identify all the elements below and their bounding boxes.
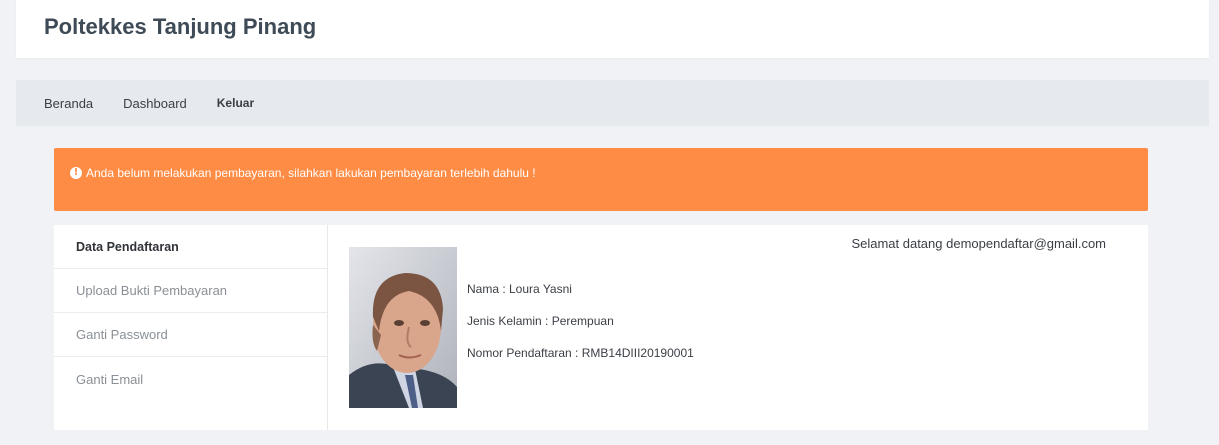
site-brand[interactable]: Poltekkes Tanjung Pinang [44, 14, 316, 40]
profile-name: Nama : Loura Yasni [467, 282, 572, 296]
main-navbar: Beranda Dashboard Keluar [16, 80, 1209, 126]
profile-gender: Jenis Kelamin : Perempuan [467, 314, 614, 328]
nav-link-keluar[interactable]: Keluar [217, 96, 254, 110]
nav-list: Beranda Dashboard Keluar [16, 80, 1209, 126]
nav-link-beranda[interactable]: Beranda [44, 96, 93, 111]
alert-message: Anda belum melakukan pembayaran, silahka… [86, 166, 536, 180]
nav-link-dashboard[interactable]: Dashboard [123, 96, 187, 111]
profile-info: Nama : Loura Yasni Jenis Kelamin : Perem… [467, 282, 694, 378]
profile-registration-number: Nomor Pendaftaran : RMB14DIII20190001 [467, 346, 694, 360]
profile-content: Selamat datang demopendaftar@gmail.com N… [328, 225, 1148, 430]
payment-warning-alert: ! Anda belum melakukan pembayaran, silah… [54, 148, 1148, 211]
exclamation-circle-icon: ! [70, 167, 82, 179]
profile-photo [349, 247, 457, 408]
menu-item-upload-bukti-pembayaran[interactable]: Upload Bukti Pembayaran [54, 269, 327, 313]
profile-card: Data Pendaftaran Upload Bukti Pembayaran… [54, 225, 1148, 430]
top-header: Poltekkes Tanjung Pinang [16, 0, 1209, 58]
menu-item-data-pendaftaran[interactable]: Data Pendaftaran [54, 225, 327, 269]
menu-item-ganti-email[interactable]: Ganti Email [54, 357, 327, 401]
side-menu: Data Pendaftaran Upload Bukti Pembayaran… [54, 225, 328, 430]
welcome-text: Selamat datang demopendaftar@gmail.com [851, 236, 1106, 251]
profile-photo-image [349, 247, 457, 408]
menu-item-ganti-password[interactable]: Ganti Password [54, 313, 327, 357]
